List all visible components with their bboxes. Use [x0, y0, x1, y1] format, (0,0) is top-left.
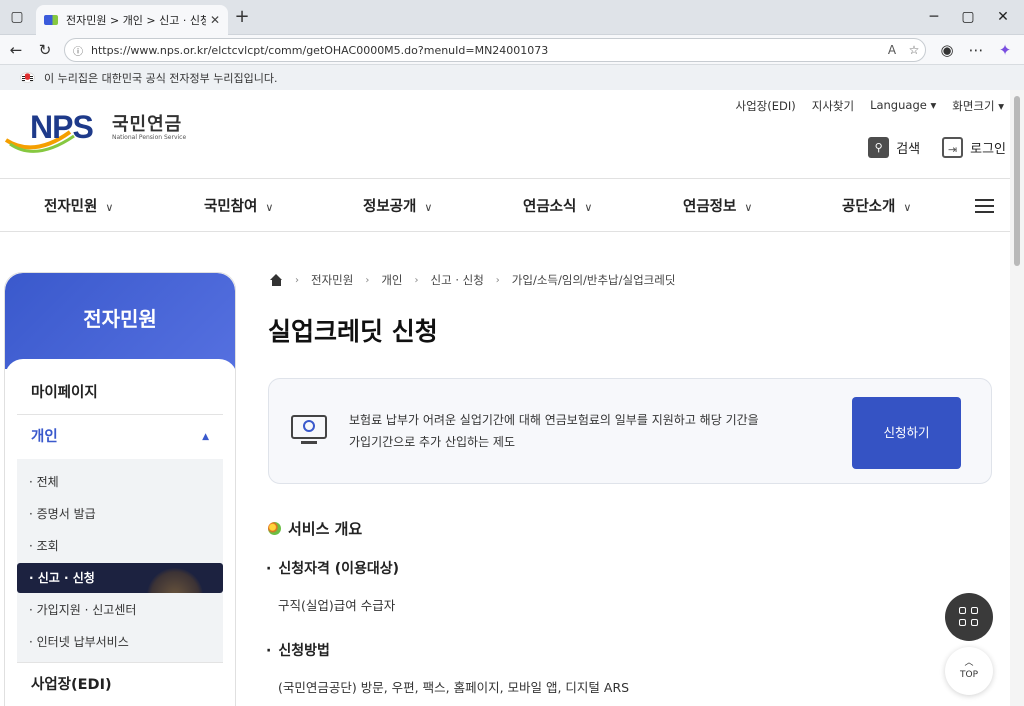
breadcrumb-item[interactable]: 가입/소득/임의/반추납/실업크레딧	[512, 272, 676, 288]
login-button[interactable]: ⇥ 로그인	[942, 137, 1006, 158]
header-actions: ⚲ 검색 ⇥ 로그인	[868, 137, 1006, 158]
gnb-item-pension-info[interactable]: 연금정보 ∨	[683, 195, 752, 216]
util-zoom-dropdown[interactable]: 화면크기 ▾	[952, 98, 1004, 114]
eligibility-heading: · 신청자격 (이용대상)	[266, 561, 400, 577]
breadcrumb-item[interactable]: 개인	[381, 272, 402, 288]
gnb-item-about[interactable]: 공단소개 ∨	[842, 195, 911, 216]
chevron-up-icon: ︿	[964, 658, 974, 668]
side-nav-sub-payment[interactable]: · 인터넷 납부서비스	[17, 627, 223, 657]
home-icon[interactable]	[270, 274, 283, 286]
chevron-down-icon: ∨	[584, 201, 593, 214]
hamburger-menu-icon[interactable]	[975, 199, 994, 213]
side-nav-sub-all[interactable]: · 전체	[17, 467, 223, 497]
chevron-down-icon: ∨	[105, 201, 114, 214]
copilot-icon[interactable]: ✦	[994, 39, 1016, 61]
side-nav-sub-certificate[interactable]: · 증명서 발급	[17, 499, 223, 529]
logo-kor-text: 국민연금	[112, 114, 183, 135]
url-text[interactable]: https://www.nps.or.kr/elctcvlcpt/comm/ge…	[91, 44, 881, 57]
browser-toolbar: ← ↻ ⓘ https://www.nps.or.kr/elctcvlcpt/c…	[0, 35, 1024, 65]
chevron-down-icon: ∨	[265, 201, 274, 214]
monitor-icon	[291, 415, 327, 445]
profile-avatar-icon[interactable]: ◉	[936, 39, 958, 61]
site-info-icon[interactable]: ⓘ	[73, 43, 83, 58]
side-nav-sub-inquiry[interactable]: · 조회	[17, 531, 223, 561]
breadcrumb-item[interactable]: 신고 · 신청	[431, 272, 484, 288]
section-bullet-icon	[268, 522, 281, 535]
side-nav-title: 전자민원	[5, 273, 235, 369]
breadcrumb: › 전자민원 › 개인 › 신고 · 신청 › 가입/소득/임의/반추납/실업크…	[270, 272, 675, 288]
page-scrollbar[interactable]	[1010, 90, 1024, 706]
browser-window: ▢ 전자민원 > 개인 > 신고 · 신청 > ✕ + ─ ▢ ✕ ← ↻ ⓘ …	[0, 0, 1024, 706]
search-label: 검색	[896, 142, 921, 157]
gnb-item-disclosure[interactable]: 정보공개 ∨	[363, 195, 432, 216]
method-heading: · 신청방법	[266, 643, 330, 659]
chevron-down-icon: ∨	[744, 201, 753, 214]
close-window-icon[interactable]: ✕	[986, 4, 1020, 30]
side-nav-personal[interactable]: 개인 ▲	[17, 415, 223, 459]
tab-title: 전자민원 > 개인 > 신고 · 신청 >	[66, 14, 206, 27]
scrollbar-thumb[interactable]	[1014, 96, 1020, 266]
apply-button[interactable]: 신청하기	[852, 397, 961, 469]
section-heading: 서비스 개요	[268, 518, 362, 539]
quick-menu-button[interactable]	[945, 593, 993, 641]
logo-nps-text: NPS	[30, 109, 94, 145]
chevron-down-icon: ∨	[424, 201, 433, 214]
side-nav-edi[interactable]: 사업장(EDI)	[17, 662, 223, 706]
favorite-star-icon[interactable]: ☆	[903, 43, 925, 57]
page-title: 실업크레딧 신청	[268, 317, 438, 346]
read-aloud-icon[interactable]: A	[881, 43, 903, 57]
main-nav: 전자민원 ∨ 국민참여 ∨ 정보공개 ∨ 연금소식 ∨ 연금정보 ∨ 공단소개 ∨	[0, 178, 1010, 232]
side-nav-sub-report[interactable]: · 신고 · 신청	[17, 563, 223, 593]
top-label: TOP	[959, 670, 978, 680]
util-language-dropdown[interactable]: Language ▾	[870, 98, 936, 114]
chevron-down-icon: ∨	[903, 201, 912, 214]
side-nav-mypage[interactable]: 마이페이지	[17, 371, 223, 415]
address-bar[interactable]: ⓘ https://www.nps.or.kr/elctcvlcpt/comm/…	[64, 38, 926, 62]
login-icon: ⇥	[942, 137, 964, 158]
side-nav-sub-support[interactable]: · 가입지원 · 신고센터	[17, 595, 223, 625]
gov-notice-text: 이 누리집은 대한민국 공식 전자정부 누리집입니다.	[44, 71, 278, 85]
util-branch-link[interactable]: 지사찾기	[812, 98, 854, 114]
more-menu-icon[interactable]: ⋯	[965, 39, 987, 61]
page-content: NPS 국민연금 National Pension Service 사업장(ED…	[0, 90, 1010, 706]
minimize-icon[interactable]: ─	[917, 4, 951, 30]
search-icon: ⚲	[868, 137, 890, 158]
back-icon[interactable]: ←	[5, 39, 27, 61]
gov-notice-bar: 이 누리집은 대한민국 공식 전자정부 누리집입니다.	[0, 65, 1024, 90]
login-label: 로그인	[970, 142, 1006, 157]
side-nav: 전자민원 마이페이지 개인 ▲ · 전체 · 증명서 발급 · 조회 · 신고 ·…	[4, 272, 236, 706]
service-description: 보험료 납부가 어려운 실업기간에 대해 연금보험료의 일부를 지원하고 해당 …	[349, 413, 759, 449]
new-tab-icon[interactable]: +	[233, 8, 251, 26]
gnb-item-participation[interactable]: 국민참여 ∨	[204, 195, 273, 216]
gnb-item-e-civil[interactable]: 전자민원 ∨	[44, 195, 113, 216]
eligibility-text: 구직(실업)급여 수급자	[278, 598, 396, 613]
logo-eng-text: National Pension Service	[112, 134, 187, 141]
nps-logo[interactable]: NPS 국민연금 National Pension Service	[4, 108, 194, 158]
grid-icon	[959, 607, 966, 614]
close-tab-icon[interactable]: ✕	[210, 13, 220, 27]
util-edi-link[interactable]: 사업장(EDI)	[736, 98, 796, 114]
breadcrumb-item[interactable]: 전자민원	[311, 272, 353, 288]
reload-icon[interactable]: ↻	[34, 39, 56, 61]
maximize-icon[interactable]: ▢	[951, 4, 985, 30]
tab-actions-icon[interactable]: ▢	[8, 8, 26, 26]
caret-up-icon: ▲	[202, 432, 209, 442]
site-favicon-icon	[44, 15, 58, 25]
gnb-item-news[interactable]: 연금소식 ∨	[523, 195, 592, 216]
korea-flag-icon	[20, 72, 35, 83]
scroll-top-button[interactable]: ︿ TOP	[945, 647, 993, 695]
search-button[interactable]: ⚲ 검색	[868, 137, 920, 158]
browser-tab[interactable]: 전자민원 > 개인 > 신고 · 신청 > ✕	[36, 5, 228, 35]
service-info-box: 보험료 납부가 어려운 실업기간에 대해 연금보험료의 일부를 지원하고 해당 …	[268, 378, 992, 484]
method-text: (국민연금공단) 방문, 우편, 팩스, 홈페이지, 모바일 앱, 디지털 AR…	[278, 680, 630, 695]
utility-links: 사업장(EDI) 지사찾기 Language ▾ 화면크기 ▾	[736, 98, 1005, 114]
title-bar: ▢ 전자민원 > 개인 > 신고 · 신청 > ✕ + ─ ▢ ✕	[0, 0, 1024, 35]
